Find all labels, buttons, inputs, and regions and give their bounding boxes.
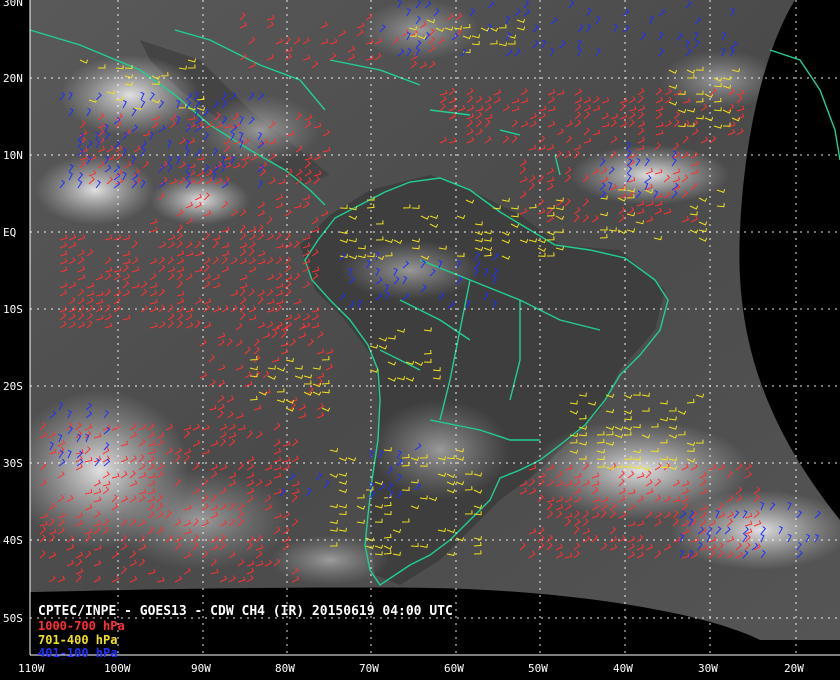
- lon-label-100w: 100W: [104, 662, 131, 675]
- lat-label-20s: 20S: [3, 380, 23, 393]
- lon-label-90w: 90W: [191, 662, 211, 675]
- legend-low-level: 1000-700 hPa: [38, 619, 125, 633]
- lat-label-40s: 40S: [3, 534, 23, 547]
- lat-label-30n: 30N: [3, 0, 23, 9]
- lon-label-70w: 70W: [359, 662, 379, 675]
- lat-label-10n: 10N: [3, 149, 23, 162]
- lon-label-20w: 20W: [784, 662, 804, 675]
- africa-coast-fragment: [769, 49, 840, 161]
- legend-mid-level: 701-400 hPa: [38, 633, 118, 647]
- satellite-map-image: 30N 20N 10N EQ 10S 20S 30S 40S 50S 110W …: [0, 0, 840, 680]
- lat-label-10s: 10S: [3, 303, 23, 316]
- goes13-ir-wind-map: [29, 0, 840, 656]
- lat-label-50s: 50S: [3, 612, 23, 625]
- lon-label-110w: 110W: [18, 662, 45, 675]
- lat-label-30s: 30S: [3, 457, 23, 470]
- lat-label-20n: 20N: [3, 72, 23, 85]
- lon-label-80w: 80W: [275, 662, 295, 675]
- lon-label-40w: 40W: [613, 662, 633, 675]
- lon-label-60w: 60W: [444, 662, 464, 675]
- lat-label-eq: EQ: [3, 226, 17, 239]
- legend-high-level: 401-100 hPa: [38, 646, 118, 660]
- lon-label-30w: 30W: [698, 662, 718, 675]
- image-caption: CPTEC/INPE - GOES13 - CDW CH4 (IR) 20150…: [38, 604, 453, 619]
- lon-label-50w: 50W: [528, 662, 548, 675]
